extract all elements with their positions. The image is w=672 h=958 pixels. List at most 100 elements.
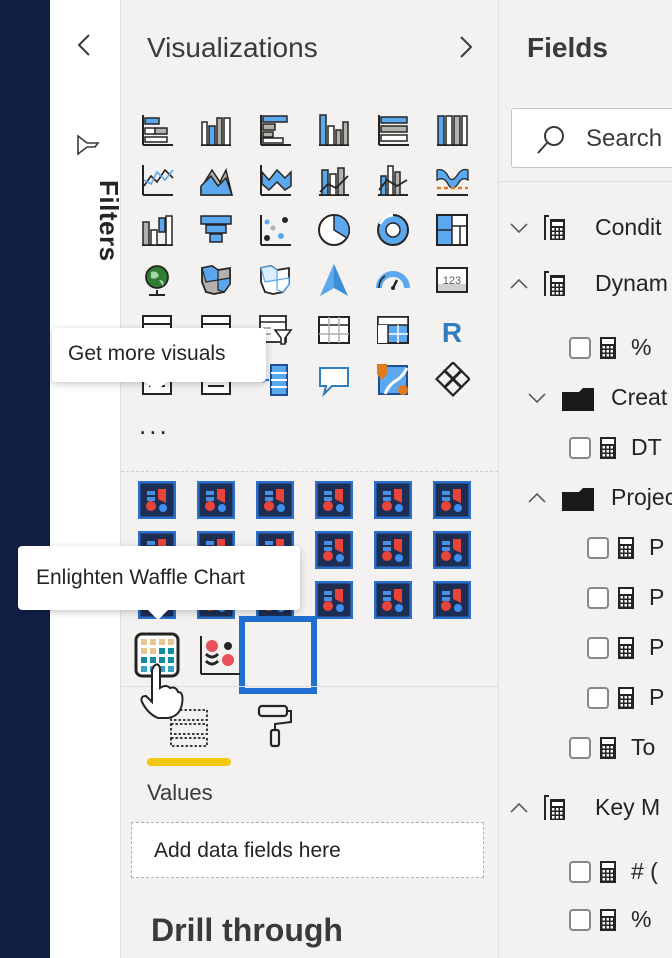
- custom-visual-tile[interactable]: [312, 478, 356, 522]
- chevron-down-icon[interactable]: [527, 386, 547, 410]
- visual-shape-map[interactable]: [253, 258, 297, 302]
- visual-clustered-bar-chart[interactable]: [253, 108, 297, 152]
- custom-visual-tile[interactable]: [371, 528, 415, 572]
- more-visuals-button[interactable]: ...: [139, 410, 170, 441]
- field-label: %: [631, 906, 652, 932]
- clustered-column-chart-icon: [319, 114, 349, 146]
- field-checkbox[interactable]: [569, 337, 591, 359]
- visual-waterfall-chart[interactable]: [135, 208, 179, 252]
- r-script-visual-icon: R: [442, 317, 462, 348]
- custom-visual-icon: [374, 581, 412, 619]
- visual-stacked-bar-chart[interactable]: [135, 108, 179, 152]
- custom-visual-tile[interactable]: [312, 578, 356, 622]
- custom-visual-tile[interactable]: [430, 528, 474, 572]
- calculator-icon: [618, 537, 634, 559]
- field-checkbox[interactable]: [569, 861, 591, 883]
- field-label: To: [631, 734, 656, 760]
- custom-visual-tile[interactable]: [371, 478, 415, 522]
- field-checkbox[interactable]: [569, 909, 591, 931]
- field-label: %: [631, 334, 652, 360]
- custom-visual-tile[interactable]: [135, 478, 179, 522]
- visual-line-chart[interactable]: [135, 158, 179, 202]
- visual-100-stacked-column-chart[interactable]: [430, 108, 474, 152]
- visual-matrix[interactable]: [371, 308, 415, 352]
- stacked-column-chart-icon: [201, 117, 231, 146]
- visual-map[interactable]: [135, 258, 179, 302]
- visual-filled-map[interactable]: [194, 258, 238, 302]
- search-placeholder: Search: [586, 125, 663, 152]
- table-icon: [318, 316, 350, 344]
- dot-plot-chart-icon[interactable]: [198, 634, 242, 676]
- custom-visual-icon: [315, 481, 353, 519]
- custom-visual-tile[interactable]: [430, 578, 474, 622]
- visual-r-script-visual[interactable]: R: [430, 308, 474, 352]
- visual-treemap[interactable]: [430, 208, 474, 252]
- fields-search-input[interactable]: Search: [511, 108, 672, 168]
- measure-table-icon: [544, 271, 565, 296]
- visual-line-and-stacked-column-chart[interactable]: [312, 158, 356, 202]
- chevron-up-icon[interactable]: [509, 272, 529, 296]
- custom-visual-tile[interactable]: [430, 478, 474, 522]
- custom-visual-tile[interactable]: [371, 578, 415, 622]
- field-checkbox[interactable]: [569, 437, 591, 459]
- values-drop-zone[interactable]: Add data fields here: [131, 822, 484, 878]
- visual-power-apps[interactable]: [430, 358, 474, 402]
- smart-narrative-icon: [377, 364, 409, 395]
- visual-area-chart[interactable]: [194, 158, 238, 202]
- field-label: Creat: [611, 384, 668, 410]
- visual-funnel[interactable]: [194, 208, 238, 252]
- visual-ribbon-chart[interactable]: [430, 158, 474, 202]
- visual-100-stacked-bar-chart[interactable]: [371, 108, 415, 152]
- custom-visual-icon: [433, 481, 471, 519]
- visual-donut-chart[interactable]: [371, 208, 415, 252]
- field-checkbox[interactable]: [569, 737, 591, 759]
- fields-title: Fields: [527, 32, 608, 63]
- visual-clustered-column-chart[interactable]: [312, 108, 356, 152]
- filters-label[interactable]: Filters: [93, 180, 124, 262]
- visual-card[interactable]: 123: [430, 258, 474, 302]
- get-more-visuals-tooltip: Get more visuals: [52, 328, 266, 392]
- donut-chart-icon: [377, 213, 409, 246]
- gauge-icon: [376, 271, 410, 290]
- ribbon-chart-icon: [436, 168, 469, 196]
- custom-visual-tile[interactable]: [312, 528, 356, 572]
- map-icon: [145, 265, 169, 296]
- field-checkbox[interactable]: [587, 637, 609, 659]
- chevron-left-icon[interactable]: [74, 32, 96, 58]
- custom-visual-tile[interactable]: [253, 478, 297, 522]
- visual-azure-map[interactable]: [312, 258, 356, 302]
- visual-pie-chart[interactable]: [312, 208, 356, 252]
- visual-stacked-column-chart[interactable]: [194, 108, 238, 152]
- visual-gauge[interactable]: [371, 258, 415, 302]
- calculator-icon: [600, 737, 616, 759]
- field-checkbox[interactable]: [587, 537, 609, 559]
- visual-scatter-chart[interactable]: [253, 208, 297, 252]
- field-label: P: [649, 634, 665, 660]
- line-and-clustered-column-chart-icon: [378, 165, 408, 196]
- azure-map-icon: [320, 264, 348, 296]
- chevron-up-icon[interactable]: [527, 486, 547, 510]
- chevron-up-icon[interactable]: [509, 796, 529, 820]
- custom-visual-icon: [374, 531, 412, 569]
- paint-roller-icon[interactable]: [255, 702, 295, 750]
- visualizations-pane: Visualizations 123 R ... Values Add data…: [121, 0, 499, 958]
- chevron-right-icon[interactable]: [454, 34, 476, 60]
- 100-stacked-bar-chart-icon: [378, 115, 409, 146]
- field-label: Condit: [595, 214, 662, 240]
- field-checkbox[interactable]: [587, 587, 609, 609]
- visual-smart-narrative[interactable]: [371, 358, 415, 402]
- field-label: Dynam: [595, 270, 668, 296]
- stacked-bar-chart-icon: [142, 115, 173, 146]
- visual-stacked-area-chart[interactable]: [253, 158, 297, 202]
- active-tab-indicator: [147, 758, 231, 766]
- values-label: Values: [147, 780, 213, 805]
- chevron-down-icon[interactable]: [509, 216, 529, 240]
- filters-pane: Filters: [50, 0, 124, 958]
- calculator-icon: [618, 637, 634, 659]
- visual-q-and-a[interactable]: [312, 358, 356, 402]
- visual-line-and-clustered-column-chart[interactable]: [371, 158, 415, 202]
- visual-table[interactable]: [312, 308, 356, 352]
- field-checkbox[interactable]: [587, 687, 609, 709]
- custom-visual-tile[interactable]: [194, 478, 238, 522]
- fields-pane: Fields Search Condit Dynam% Creat DT Projec P…: [499, 0, 672, 958]
